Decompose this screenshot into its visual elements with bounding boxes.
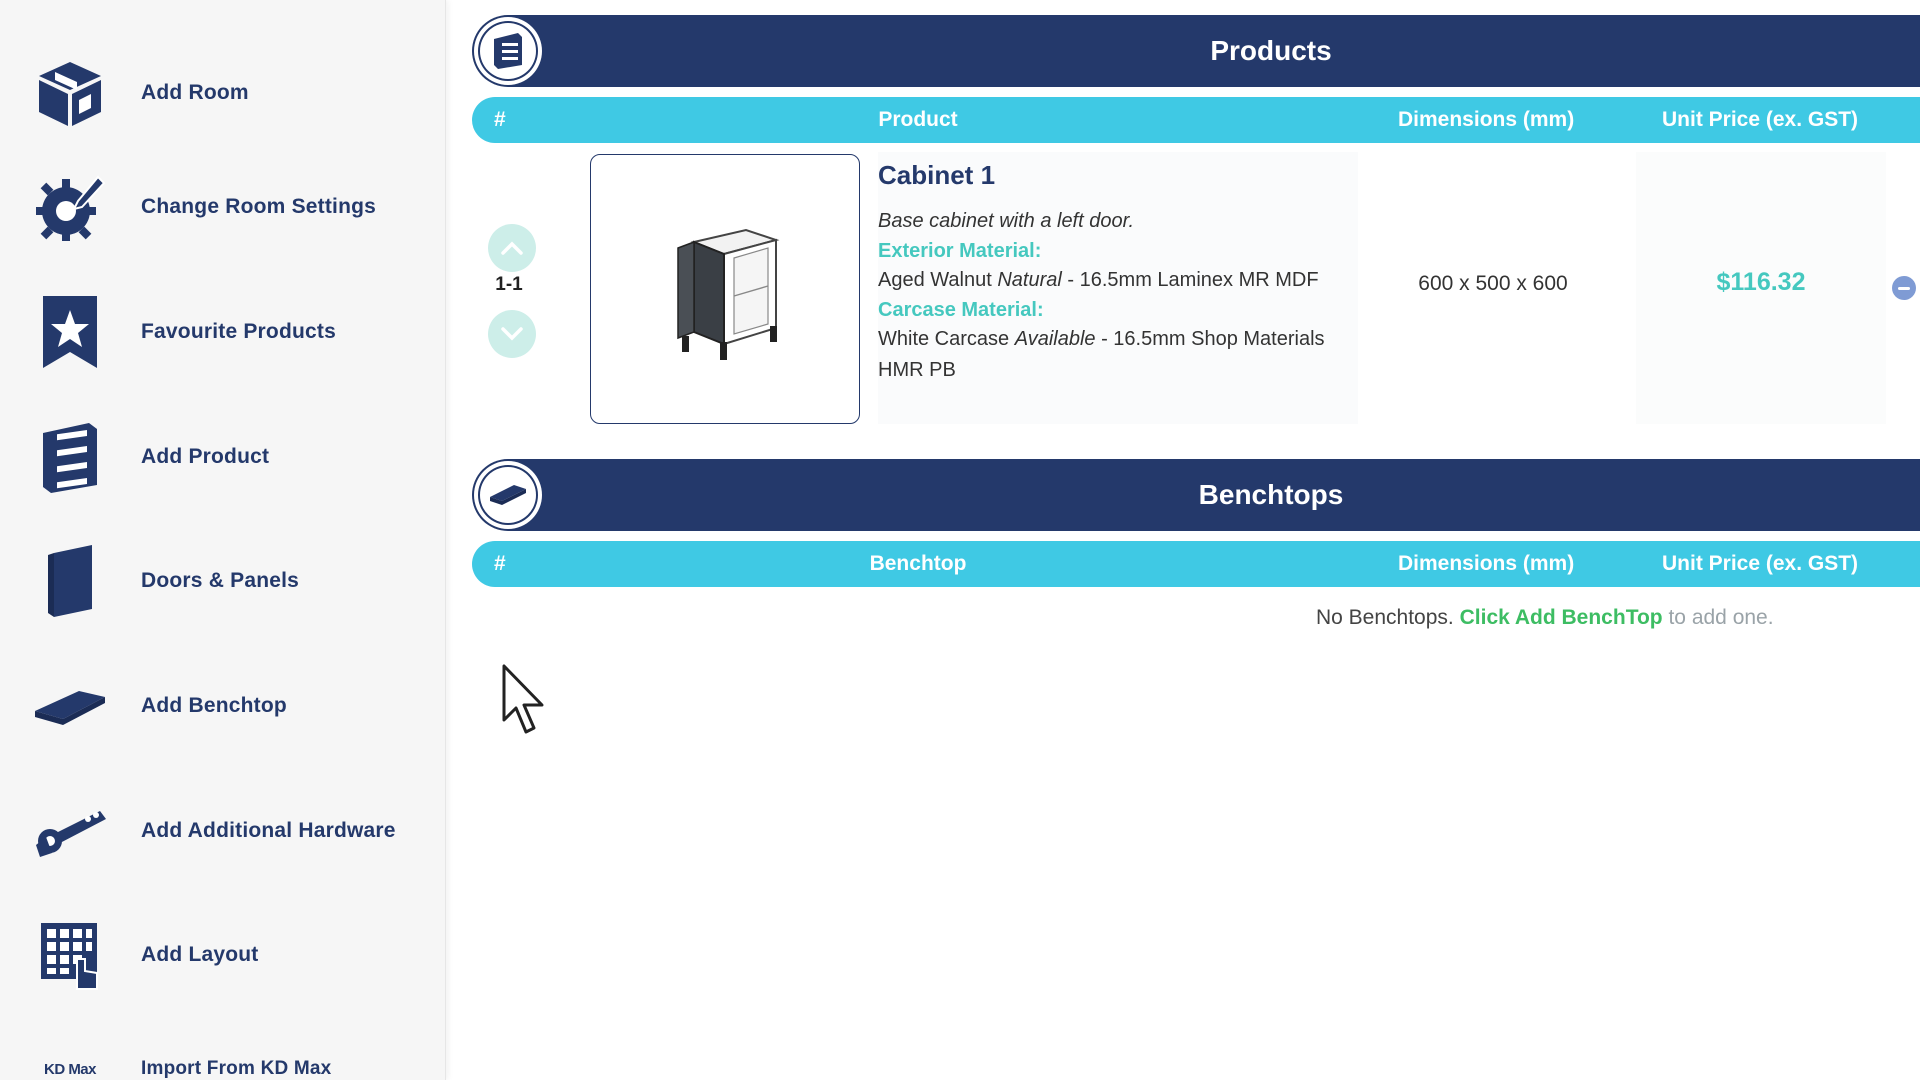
carcase-material-finish: Available (1014, 328, 1096, 350)
col-product: Product (878, 108, 958, 131)
sidebar-item-label: Add Benchtop (141, 694, 287, 717)
product-description: Base cabinet with a left door. (878, 210, 1135, 232)
product-price-cell: $116.32 (1636, 152, 1886, 424)
col-hash: # (494, 552, 506, 575)
grid-hand-icon (28, 913, 112, 997)
col-dimensions: Dimensions (mm) (1398, 552, 1575, 575)
benchtops-section-header: Benchtops (472, 459, 1920, 531)
exterior-material-detail: - 16.5mm Laminex MR MDF (1067, 269, 1319, 291)
col-dimensions: Dimensions (mm) (1398, 108, 1575, 131)
sidebar: Add Room Change Room Settings Favourite … (0, 0, 446, 1080)
sidebar-item-add-product[interactable]: Add Product (0, 402, 445, 512)
mouse-cursor-icon (502, 664, 544, 734)
add-benchtop-link[interactable]: Click Add BenchTop (1460, 606, 1663, 629)
sidebar-item-add-layout[interactable]: Add Layout (0, 900, 445, 1010)
kd-max-icon: KD Max (43, 1060, 97, 1078)
sidebar-item-label: Add Product (141, 445, 270, 468)
sidebar-item-doors-panels[interactable]: Doors & Panels (0, 526, 445, 636)
chevron-up-icon (501, 241, 523, 255)
gear-pencil-icon (28, 165, 112, 249)
benchtops-title: Benchtops (1198, 479, 1344, 510)
product-dimensions-cell: 600 x 500 x 600 (1368, 152, 1618, 424)
col-price: Unit Price (ex. GST) (1662, 108, 1859, 131)
exterior-material-value: Aged Walnut Natural - 16.5mm Laminex MR … (878, 265, 1348, 296)
empty-prefix: No Benchtops. (1316, 606, 1454, 629)
sidebar-item-change-room-settings[interactable]: Change Room Settings (0, 152, 445, 262)
exterior-material-label: Exterior Material: (878, 240, 1042, 262)
benchtop-slab-icon (28, 664, 112, 748)
chevron-down-icon (501, 327, 523, 341)
product-price: $116.32 (1716, 268, 1806, 296)
products-title: Products (1210, 35, 1332, 66)
product-thumbnail[interactable] (590, 154, 860, 424)
door-panel-icon (28, 539, 112, 623)
products-table-header: # Product Dimensions (mm) Unit Price (ex… (472, 97, 1920, 143)
hinge-hardware-icon (28, 789, 112, 873)
product-details: Cabinet 1 Base cabinet with a left door.… (878, 152, 1358, 424)
col-benchtop: Benchtop (869, 552, 967, 575)
sidebar-item-add-room[interactable]: Add Room (0, 38, 445, 148)
carcase-material-name: White Carcase (878, 328, 1010, 350)
sidebar-item-label: Change Room Settings (141, 195, 377, 218)
bookmark-star-icon (28, 290, 112, 374)
sidebar-item-label: Import From KD Max (141, 1058, 332, 1079)
sidebar-item-add-benchtop[interactable]: Add Benchtop (0, 651, 445, 761)
exterior-material-name: Aged Walnut (878, 269, 992, 291)
base-cabinet-image (677, 228, 780, 360)
col-price: Unit Price (ex. GST) (1662, 552, 1859, 575)
benchtops-empty-message: No Benchtops. Click Add BenchTop to add … (1316, 606, 1774, 630)
product-name[interactable]: Cabinet 1 (878, 160, 995, 191)
sidebar-item-import-kd-max[interactable]: KD Max Import From KD Max (0, 1014, 445, 1080)
cabinet-drawers-icon (28, 415, 112, 499)
sidebar-item-label: Add Additional Hardware (141, 819, 396, 842)
benchtops-table-header: # Benchtop Dimensions (mm) Unit Price (e… (472, 541, 1920, 587)
move-down-button[interactable] (488, 310, 536, 358)
remove-product-button[interactable] (1892, 276, 1916, 300)
empty-suffix: to add one. (1668, 606, 1774, 629)
product-description-block: Base cabinet with a left door. Exterior … (878, 206, 1348, 386)
exterior-material-finish: Natural (997, 269, 1062, 291)
room-box-icon (28, 51, 112, 135)
product-dimensions: 600 x 500 x 600 (1418, 272, 1568, 295)
carcase-material-label: Carcase Material: (878, 299, 1044, 321)
products-section-header: Products (472, 15, 1920, 87)
sidebar-item-label: Favourite Products (141, 320, 336, 343)
carcase-material-value: White Carcase Available - 16.5mm Shop Ma… (878, 324, 1348, 386)
col-hash: # (494, 108, 506, 131)
sidebar-item-add-additional-hardware[interactable]: Add Additional Hardware (0, 776, 445, 886)
row-number: 1-1 (495, 274, 523, 295)
table-row: 1-1 Cabinet 1 Base cabinet with a left d… (472, 152, 1920, 424)
sidebar-item-label: Add Layout (141, 943, 259, 966)
main-content: Products # Product Dimensions (mm) Unit … (446, 0, 1920, 1080)
sidebar-item-label: Add Room (141, 81, 249, 104)
sidebar-item-favourite-products[interactable]: Favourite Products (0, 277, 445, 387)
move-up-button[interactable] (488, 224, 536, 272)
sidebar-item-label: Doors & Panels (141, 569, 300, 592)
